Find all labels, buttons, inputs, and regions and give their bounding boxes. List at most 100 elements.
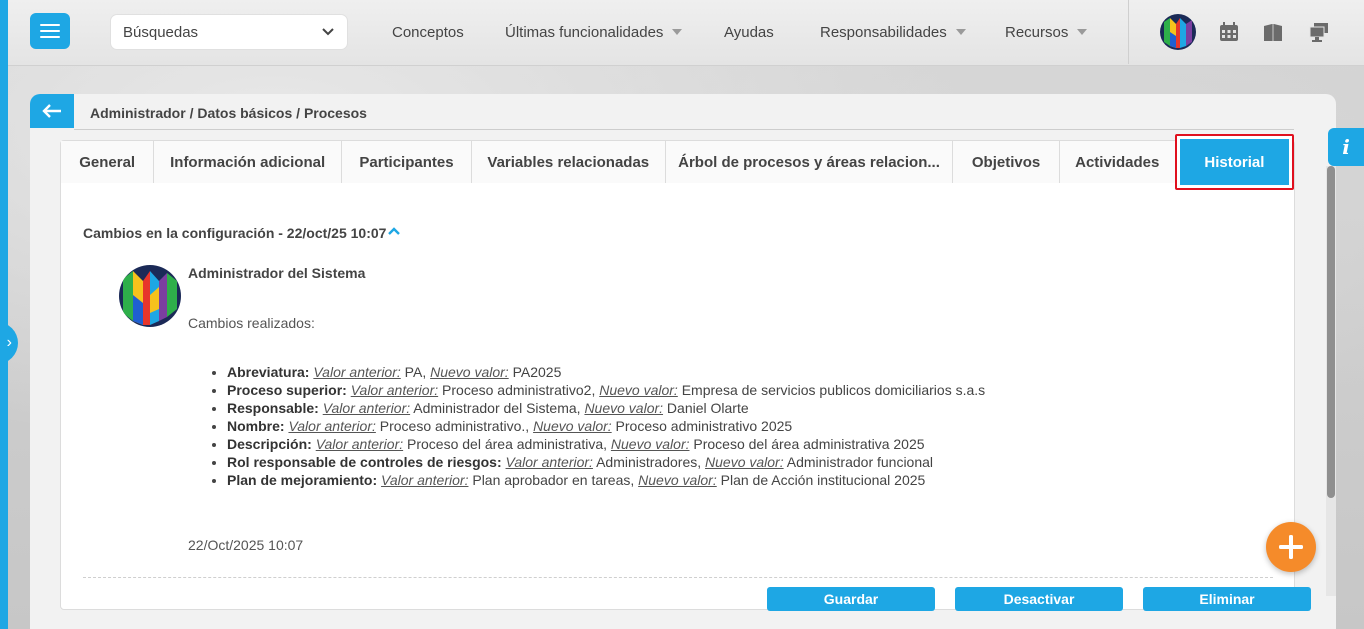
caret-down-icon <box>955 29 966 35</box>
nav-label: Recursos <box>1005 23 1069 41</box>
new-value: Empresa de servicios publicos domiciliar… <box>681 382 986 398</box>
changes-label: Cambios realizados: <box>188 315 315 331</box>
prev-value: Plan aprobador en tareas <box>472 472 631 488</box>
prev-value: Proceso del área administrativa <box>407 436 604 452</box>
prev-label: Valor anterior: <box>505 454 593 470</box>
prev-label: Valor anterior: <box>288 418 376 434</box>
list-item: Plan de mejoramiento: Valor anterior: Pl… <box>227 471 985 489</box>
history-entry-title: Cambios en la configuración - 22/oct/25 … <box>83 225 387 241</box>
nav-recursos[interactable]: Recursos <box>1005 0 1088 64</box>
new-label: Nuevo valor: <box>584 400 664 416</box>
prev-label: Valor anterior: <box>350 382 439 398</box>
search-select-value: Búsquedas <box>123 23 199 41</box>
prev-label: Valor anterior: <box>315 436 404 452</box>
tab-label: Historial <box>1204 153 1265 171</box>
caret-down-icon <box>672 29 683 35</box>
change-field: Proceso superior: <box>227 382 347 398</box>
list-item: Descripción: Valor anterior: Proceso del… <box>227 435 985 453</box>
history-entry-date: 22/Oct/2025 10:07 <box>188 537 304 553</box>
back-button[interactable] <box>30 94 74 128</box>
list-item: Proceso superior: Valor anterior: Proces… <box>227 381 985 399</box>
content-panel: General Información adicional Participan… <box>60 134 1295 610</box>
top-bar: Búsquedas Conceptos Últimas funcionalida… <box>8 0 1364 66</box>
new-value: Daniel Olarte <box>666 400 749 416</box>
chevron-right-icon: › <box>6 334 12 351</box>
tab-label: Objetivos <box>971 153 1041 171</box>
tab-bar: General Información adicional Participan… <box>61 134 1294 190</box>
nav-label: Ayudas <box>724 23 774 41</box>
tab-label: Participantes <box>359 153 454 171</box>
prev-value: Administrador del Sistema <box>413 400 577 416</box>
prev-value: PA <box>404 364 423 380</box>
change-field: Plan de mejoramiento: <box>227 472 378 488</box>
nav-ayudas[interactable]: Ayudas <box>724 0 774 64</box>
info-panel-tab[interactable]: i <box>1328 128 1364 166</box>
new-value: Administrador funcional <box>786 454 934 470</box>
tab-label: Información adicional <box>170 153 326 171</box>
book-icon[interactable] <box>1262 21 1284 43</box>
tab-informacion-adicional[interactable]: Información adicional <box>154 141 342 183</box>
add-floating-button[interactable] <box>1266 522 1316 572</box>
menu-line <box>40 30 60 32</box>
list-item: Nombre: Valor anterior: Proceso administ… <box>227 417 985 435</box>
prev-label: Valor anterior: <box>313 364 401 380</box>
change-field: Rol responsable de controles de riesgos: <box>227 454 502 470</box>
tab-actividades[interactable]: Actividades <box>1059 141 1175 183</box>
change-field: Responsable: <box>227 400 319 416</box>
tab-participantes[interactable]: Participantes <box>341 141 472 183</box>
logo-avatar-icon <box>1160 14 1196 50</box>
breadcrumb: Administrador / Datos básicos / Procesos <box>90 105 367 121</box>
new-value: Plan de Acción institucional 2025 <box>720 472 926 488</box>
tab-arbol-procesos[interactable]: Árbol de procesos y áreas relacion... <box>665 141 954 183</box>
nav-conceptos[interactable]: Conceptos <box>392 0 464 64</box>
nav-ultimas-funcionalidades[interactable]: Últimas funcionalidades <box>505 0 683 64</box>
tab-objetivos[interactable]: Objetivos <box>953 141 1060 183</box>
scrollbar-thumb[interactable] <box>1327 166 1335 498</box>
chevron-down-icon <box>322 28 334 36</box>
change-field: Nombre: <box>227 418 285 434</box>
tab-label: Árbol de procesos y áreas relacion... <box>678 153 940 171</box>
chevron-up-icon[interactable] <box>387 225 401 237</box>
dashed-divider <box>83 577 1273 578</box>
main-card: Administrador / Datos básicos / Procesos… <box>30 94 1336 629</box>
search-select[interactable]: Búsquedas <box>110 14 348 50</box>
new-label: Nuevo valor: <box>533 418 612 434</box>
new-label: Nuevo valor: <box>638 472 717 488</box>
deactivate-button[interactable]: Desactivar <box>955 587 1123 611</box>
history-user-avatar <box>119 265 181 327</box>
tab-variables-relacionadas[interactable]: Variables relacionadas <box>471 141 666 183</box>
new-value: Proceso del área administrativa 2025 <box>693 436 925 452</box>
calendar-icon[interactable] <box>1218 21 1240 43</box>
new-label: Nuevo valor: <box>705 454 784 470</box>
tab-label: Variables relacionadas <box>487 153 650 171</box>
nav-label: Últimas funcionalidades <box>505 23 664 41</box>
prev-value: Proceso administrativo2 <box>442 382 592 398</box>
hamburger-menu-button[interactable] <box>30 13 70 49</box>
tab-historial-active: Historial <box>1179 139 1289 185</box>
delete-button[interactable]: Eliminar <box>1143 587 1311 611</box>
monitor-icon[interactable] <box>1308 21 1330 43</box>
new-label: Nuevo valor: <box>599 382 678 398</box>
plus-icon <box>1279 535 1303 559</box>
prev-label: Valor anterior: <box>381 472 469 488</box>
save-button[interactable]: Guardar <box>767 587 935 611</box>
tab-label: Actividades <box>1075 153 1160 171</box>
breadcrumb-divider <box>74 129 1294 130</box>
tab-label: General <box>79 153 136 171</box>
new-label: Nuevo valor: <box>610 436 690 452</box>
tab-historial[interactable]: Historial <box>1174 134 1294 190</box>
nav-label: Responsabilidades <box>820 23 947 41</box>
list-item: Rol responsable de controles de riesgos:… <box>227 453 985 471</box>
arrow-left-icon <box>42 104 61 118</box>
list-item: Abreviatura: Valor anterior: PA, Nuevo v… <box>227 363 985 381</box>
logo-avatar-icon <box>119 265 181 327</box>
tab-general[interactable]: General <box>61 141 155 183</box>
history-user-name: Administrador del Sistema <box>188 265 366 281</box>
nav-responsabilidades[interactable]: Responsabilidades <box>820 0 966 64</box>
user-avatar[interactable] <box>1160 14 1196 50</box>
change-field: Abreviatura: <box>227 364 310 380</box>
info-icon: i <box>1342 135 1350 159</box>
menu-line <box>40 24 60 26</box>
new-value: Proceso administrativo 2025 <box>615 418 793 434</box>
caret-down-icon <box>1077 29 1088 35</box>
